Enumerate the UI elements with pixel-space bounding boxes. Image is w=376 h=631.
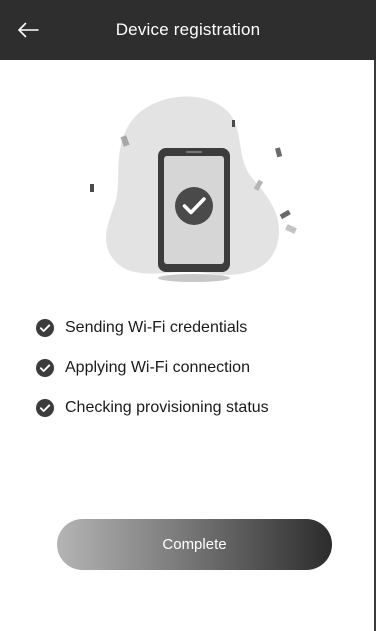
step-label: Sending Wi-Fi credentials [65, 319, 248, 336]
step-applying-connection: Applying Wi-Fi connection [36, 358, 356, 378]
confetti-piece [90, 184, 94, 192]
step-checking-status: Checking provisioning status [36, 398, 356, 418]
confetti-piece [285, 224, 297, 234]
app-header: Device registration [0, 0, 376, 60]
provisioning-steps: Sending Wi-Fi credentials Applying Wi-Fi… [36, 318, 356, 438]
check-circle-icon [36, 399, 54, 417]
phone-speaker [186, 151, 202, 153]
step-label: Checking provisioning status [65, 399, 269, 416]
page-title: Device registration [115, 20, 261, 39]
phone-check-illustration [90, 96, 297, 282]
check-circle-icon [36, 319, 54, 337]
step-sending-credentials: Sending Wi-Fi credentials [36, 318, 356, 338]
phone-shadow [158, 274, 230, 282]
confetti-piece [275, 147, 283, 158]
step-label: Applying Wi-Fi connection [65, 359, 250, 376]
phone-check-icon [175, 187, 213, 225]
app-screen: Device registration Sending Wi-Fi creden… [0, 0, 376, 631]
confetti-piece [232, 120, 235, 127]
confetti-piece [279, 209, 291, 220]
complete-button[interactable]: Complete [57, 519, 332, 570]
check-circle-icon [36, 359, 54, 377]
